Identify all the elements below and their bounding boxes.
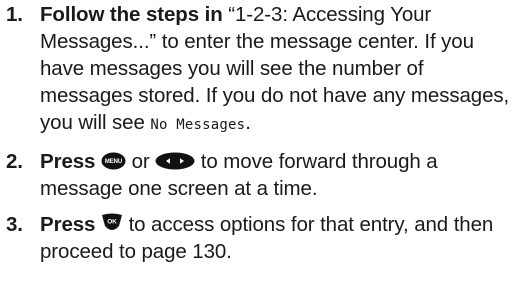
step-number: 1.	[6, 3, 23, 26]
step-1: 1. Follow the steps in “1-2-3: Accessing…	[0, 0, 518, 139]
step-lead: Follow the steps in	[40, 3, 223, 26]
step-text-end: .	[245, 111, 251, 134]
step-text-or: or	[125, 150, 156, 173]
instruction-steps: 1. Follow the steps in “1-2-3: Accessing…	[0, 0, 518, 265]
menu-key-label: MENU	[105, 159, 122, 165]
step-lead: Press	[40, 213, 96, 236]
step-lead: Press	[40, 150, 96, 173]
ok-key-label: OK	[107, 219, 117, 226]
step-2: 2. Press MENU or to move forward through…	[0, 148, 518, 202]
screen-text: No Messages	[150, 117, 246, 133]
menu-key-icon: MENU	[101, 152, 126, 170]
navigation-key-icon	[155, 152, 195, 170]
step-text: to move forward through a message one sc…	[40, 150, 438, 200]
step-3: 3. Press OK to access options for that e…	[0, 211, 518, 265]
step-number: 3.	[6, 213, 23, 236]
ok-key-icon: OK	[101, 213, 123, 233]
step-number: 2.	[6, 150, 23, 173]
